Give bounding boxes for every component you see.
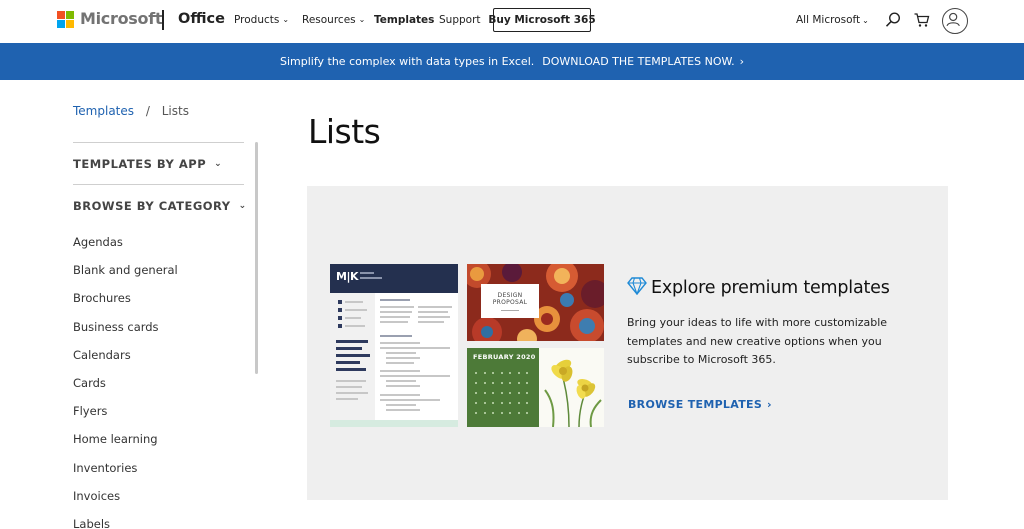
product-name[interactable]: Office bbox=[178, 11, 225, 27]
nav-products[interactable]: Products ⌄ bbox=[234, 14, 289, 26]
calendar-day-dot bbox=[500, 402, 503, 404]
calendar-grid bbox=[475, 372, 533, 420]
calendar-day-dot bbox=[492, 402, 494, 404]
page-title: Lists bbox=[308, 112, 381, 151]
templates-by-app-toggle[interactable]: TEMPLATES BY APP ⌄ bbox=[73, 143, 244, 184]
calendar-day-dot bbox=[492, 392, 494, 394]
calendar-day-dot bbox=[526, 392, 528, 394]
header-divider bbox=[162, 10, 164, 30]
promo-title: Explore premium templates bbox=[651, 278, 890, 298]
breadcrumb-current: Lists bbox=[161, 104, 189, 118]
calendar-day-dot bbox=[475, 392, 477, 394]
calendar-day-dot bbox=[509, 382, 511, 384]
account-icon[interactable] bbox=[942, 8, 968, 34]
calendar-day-dot bbox=[483, 412, 486, 414]
calendar-day-dot bbox=[500, 382, 503, 384]
calendar-day-dot bbox=[475, 382, 477, 384]
chevron-down-icon: ⌄ bbox=[358, 15, 366, 24]
sidebar-scrollbar[interactable] bbox=[255, 142, 258, 374]
calendar-day-dot bbox=[483, 372, 486, 374]
resume-initials: M|K bbox=[336, 270, 359, 283]
category-calendars[interactable]: Calendars bbox=[73, 341, 244, 369]
calendar-day-dot bbox=[517, 372, 520, 374]
sidebar: TEMPLATES BY APP ⌄ BROWSE BY CATEGORY ⌄ … bbox=[73, 142, 247, 529]
all-microsoft-menu[interactable]: All Microsoft ⌄ bbox=[796, 14, 869, 26]
calendar-day-dot bbox=[517, 412, 520, 414]
calendar-day-dot bbox=[492, 382, 494, 384]
calendar-day-dot bbox=[509, 402, 511, 404]
promo-banner[interactable]: Simplify the complex with data types in … bbox=[0, 43, 1024, 80]
category-inventories[interactable]: Inventories bbox=[73, 454, 244, 482]
calendar-day-dot bbox=[526, 412, 528, 414]
calendar-day-dot bbox=[492, 412, 494, 414]
site-header: Microsoft Office Products ⌄ Resources ⌄ Te… bbox=[0, 0, 1024, 43]
chevron-down-icon: ⌄ bbox=[238, 200, 247, 211]
category-brochures[interactable]: Brochures bbox=[73, 284, 244, 312]
daffodil-icon bbox=[544, 359, 602, 427]
calendar-day-dot bbox=[509, 392, 511, 394]
brand-name[interactable]: Microsoft bbox=[80, 9, 163, 28]
calendar-month: FEBRUARY 2020 bbox=[473, 353, 536, 361]
category-list: Agendas Blank and general Brochures Busi… bbox=[73, 228, 244, 529]
calendar-day-dot bbox=[517, 392, 520, 394]
diamond-icon bbox=[627, 277, 647, 295]
calendar-day-dot bbox=[517, 382, 520, 384]
category-business-cards[interactable]: Business cards bbox=[73, 313, 244, 341]
breadcrumb-templates-link[interactable]: Templates bbox=[73, 104, 134, 118]
microsoft-logo-icon[interactable] bbox=[57, 11, 74, 28]
banner-text: Simplify the complex with data types in … bbox=[279, 55, 535, 68]
calendar-day-dot bbox=[500, 372, 503, 374]
category-cards[interactable]: Cards bbox=[73, 369, 244, 397]
breadcrumb-separator: / bbox=[145, 104, 150, 118]
nav-resources[interactable]: Resources ⌄ bbox=[302, 14, 365, 26]
category-invoices[interactable]: Invoices bbox=[73, 482, 244, 510]
buy-microsoft-365-button[interactable]: Buy Microsoft 365 bbox=[488, 8, 596, 32]
design-proposal-thumbnail[interactable]: DESIGN PROPOSAL bbox=[467, 264, 604, 341]
calendar-day-dot bbox=[509, 412, 511, 414]
nav-support[interactable]: Support bbox=[439, 14, 481, 26]
calendar-day-dot bbox=[492, 372, 494, 374]
category-flyers[interactable]: Flyers bbox=[73, 397, 244, 425]
resume-template-thumbnail[interactable]: M|K bbox=[330, 264, 458, 427]
calendar-day-dot bbox=[475, 412, 477, 414]
calendar-day-dot bbox=[475, 372, 477, 374]
calendar-day-dot bbox=[483, 402, 486, 404]
chevron-right-icon: › bbox=[739, 55, 745, 68]
calendar-day-dot bbox=[500, 412, 503, 414]
category-labels[interactable]: Labels bbox=[73, 510, 244, 529]
browse-by-category-toggle[interactable]: BROWSE BY CATEGORY ⌄ bbox=[73, 185, 247, 226]
design-proposal-card: DESIGN PROPOSAL bbox=[481, 284, 539, 318]
category-home-learning[interactable]: Home learning bbox=[73, 425, 244, 453]
calendar-thumbnail[interactable]: FEBRUARY 2020 bbox=[467, 348, 604, 427]
chevron-down-icon: ⌄ bbox=[862, 16, 869, 25]
chevron-right-icon: › bbox=[767, 398, 772, 411]
calendar-day-dot bbox=[483, 392, 486, 394]
calendar-day-dot bbox=[483, 382, 486, 384]
category-agendas[interactable]: Agendas bbox=[73, 228, 244, 256]
cart-icon[interactable] bbox=[913, 11, 931, 29]
banner-link[interactable]: DOWNLOAD THE TEMPLATES NOW. bbox=[542, 55, 734, 68]
calendar-day-dot bbox=[517, 402, 520, 404]
promo-description: Bring your ideas to life with more custo… bbox=[627, 316, 888, 366]
nav-templates[interactable]: Templates bbox=[374, 14, 434, 26]
breadcrumb: Templates / Lists bbox=[73, 104, 189, 118]
search-icon[interactable] bbox=[884, 11, 902, 29]
calendar-day-dot bbox=[526, 382, 528, 384]
calendar-day-dot bbox=[526, 372, 528, 374]
calendar-day-dot bbox=[509, 372, 511, 374]
chevron-down-icon: ⌄ bbox=[214, 158, 223, 169]
category-blank-and-general[interactable]: Blank and general bbox=[73, 256, 244, 284]
browse-templates-link[interactable]: BROWSE TEMPLATES › bbox=[628, 398, 772, 411]
premium-templates-promo: M|K DESIGN PROPOSAL FEBRUARY 2020 Explor… bbox=[307, 186, 948, 500]
calendar-day-dot bbox=[475, 402, 477, 404]
calendar-day-dot bbox=[500, 392, 503, 394]
calendar-day-dot bbox=[526, 402, 528, 404]
chevron-down-icon: ⌄ bbox=[282, 15, 290, 24]
